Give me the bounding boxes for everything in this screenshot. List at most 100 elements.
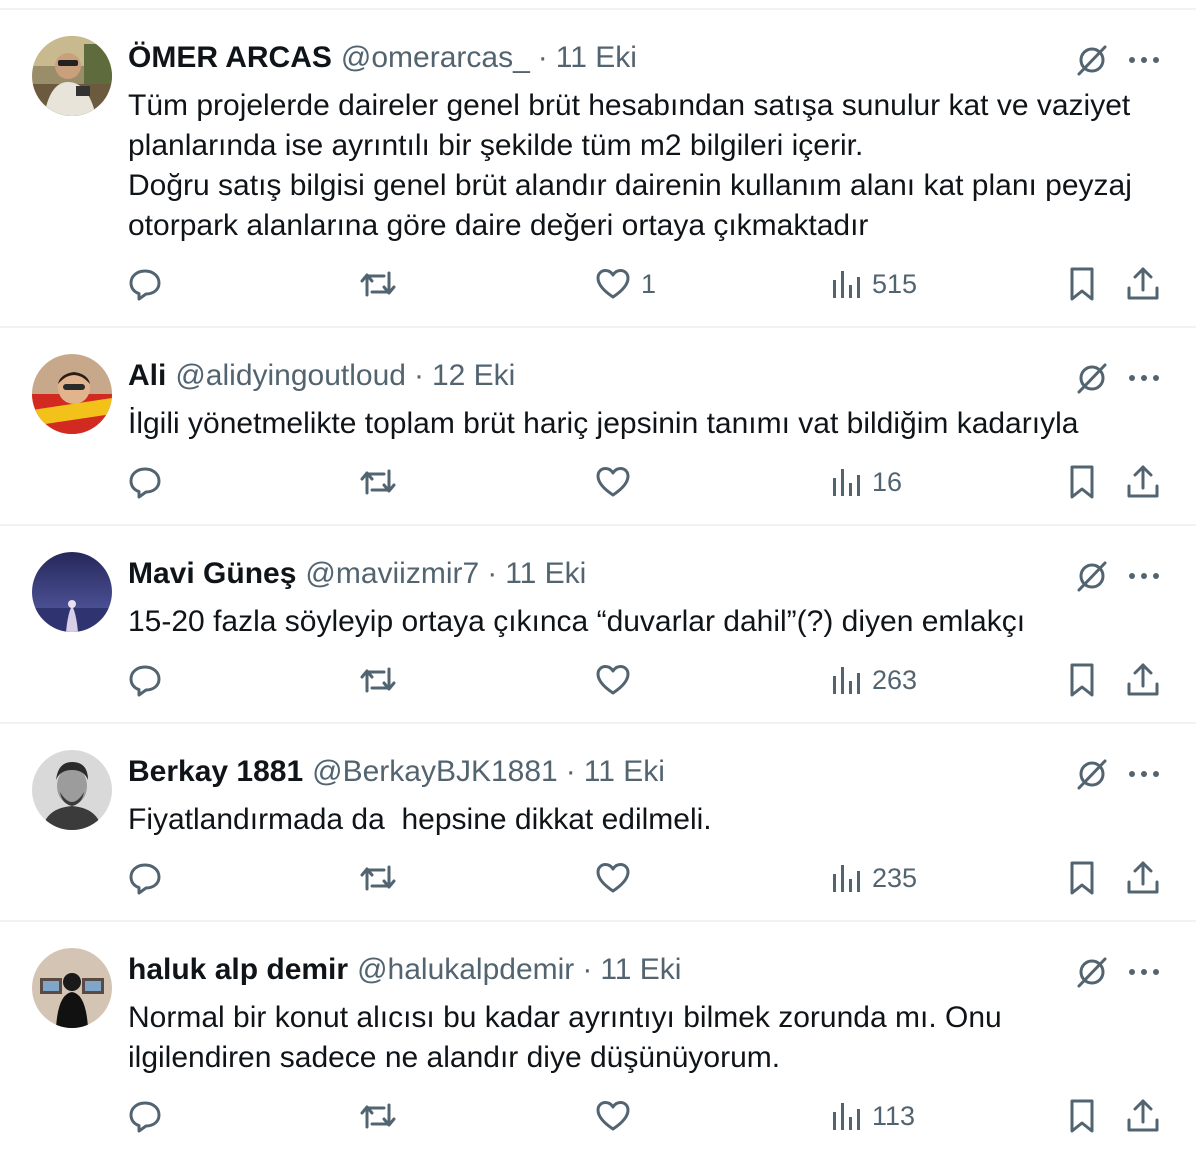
- like-button[interactable]: 1: [595, 264, 656, 304]
- reply-button[interactable]: [126, 462, 164, 502]
- avatar-photo: [32, 354, 112, 434]
- more-icon[interactable]: [1122, 556, 1166, 596]
- retweet-button[interactable]: [358, 1096, 398, 1136]
- like-button[interactable]: [595, 660, 641, 700]
- avatar-photo: [32, 948, 112, 1028]
- more-icon[interactable]: [1122, 952, 1166, 992]
- like-button[interactable]: [595, 858, 641, 898]
- separator: ·: [413, 359, 424, 392]
- views-button[interactable]: 113: [830, 1096, 915, 1136]
- share-button[interactable]: [1124, 660, 1162, 700]
- display-name[interactable]: Mavi Güneş: [128, 557, 296, 591]
- more-icon[interactable]: [1122, 40, 1166, 80]
- grok-icon[interactable]: [1072, 952, 1112, 992]
- timestamp[interactable]: 11 Eki: [505, 557, 586, 591]
- retweet-icon: [360, 865, 396, 891]
- like-button[interactable]: [595, 1096, 641, 1136]
- tweet-header: Ali @alidyingoutloud · 12 Eki: [128, 356, 515, 396]
- tweet-text: 15-20 fazla söyleyip ortaya çıkınca “duv…: [128, 602, 1168, 642]
- bookmark-button[interactable]: [1064, 462, 1100, 502]
- reply-button[interactable]: [126, 264, 164, 304]
- tweet-text-line: 15-20 fazla söyleyip ortaya çıkınca “duv…: [128, 605, 1026, 638]
- timestamp[interactable]: 11 Eki: [584, 755, 665, 789]
- user-handle[interactable]: @maviizmir7: [305, 557, 479, 591]
- tweet-text: Normal bir konut alıcısı bu kadar ayrınt…: [128, 998, 1168, 1078]
- view-count: 515: [872, 268, 918, 299]
- views-button[interactable]: 235: [830, 858, 917, 898]
- avatar-photo: [32, 750, 112, 830]
- view-count: 113: [872, 1100, 916, 1131]
- avatar[interactable]: [32, 552, 112, 632]
- heart-icon: [596, 467, 630, 497]
- bookmark-icon: [1070, 663, 1094, 697]
- avatar[interactable]: [32, 948, 112, 1028]
- tweet-text-line: Normal bir konut alıcısı bu kadar ayrınt…: [128, 1001, 1002, 1034]
- display-name[interactable]: Ali: [128, 359, 166, 393]
- views-icon: [833, 469, 860, 496]
- retweet-button[interactable]: [358, 858, 398, 898]
- retweet-icon: [360, 271, 396, 297]
- tweet-reply[interactable]: Mavi Güneş @maviizmir7 · 11 Eki 15-20 fa…: [0, 526, 1196, 724]
- tweet-text-line: Fiyatlandırmada da hepsine dikkat edilme…: [128, 803, 712, 836]
- views-icon: [833, 667, 860, 694]
- share-button[interactable]: [1124, 858, 1162, 898]
- timestamp[interactable]: 11 Eki: [556, 41, 637, 75]
- share-icon: [1127, 1099, 1159, 1132]
- more-icon[interactable]: [1122, 754, 1166, 794]
- tweet-text-line: Tüm projelerde daireler genel brüt hesab…: [128, 89, 1131, 122]
- views-button[interactable]: 16: [830, 462, 902, 502]
- views-button[interactable]: 263: [830, 660, 917, 700]
- separator: ·: [537, 41, 548, 74]
- tweet-header: Mavi Güneş @maviizmir7 · 11 Eki: [128, 554, 586, 594]
- views-icon: [833, 271, 860, 298]
- retweet-button[interactable]: [358, 264, 398, 304]
- action-bar: 113: [0, 1096, 1196, 1136]
- bookmark-button[interactable]: [1064, 660, 1100, 700]
- bookmark-button[interactable]: [1064, 1096, 1100, 1136]
- bookmark-button[interactable]: [1064, 858, 1100, 898]
- tweet-text-line: ilgilendiren sadece ne alandır diye düşü…: [128, 1041, 781, 1074]
- display-name[interactable]: ÖMER ARCAS: [128, 41, 332, 75]
- views-button[interactable]: 515: [830, 264, 917, 304]
- reply-icon: [129, 665, 161, 697]
- bookmark-button[interactable]: [1064, 264, 1100, 304]
- reply-button[interactable]: [126, 858, 164, 898]
- tweet-reply[interactable]: haluk alp demir @halukalpdemir · 11 Eki …: [0, 922, 1196, 1154]
- display-name[interactable]: Berkay 1881: [128, 755, 303, 789]
- grok-icon[interactable]: [1072, 556, 1112, 596]
- tweet-text: Fiyatlandırmada da hepsine dikkat edilme…: [128, 800, 1168, 840]
- grok-icon[interactable]: [1072, 358, 1112, 398]
- user-handle[interactable]: @BerkayBJK1881: [312, 755, 558, 789]
- user-handle[interactable]: @alidyingoutloud: [175, 359, 406, 393]
- timestamp[interactable]: 12 Eki: [432, 359, 515, 393]
- heart-icon: [596, 1101, 630, 1131]
- share-icon: [1127, 267, 1159, 300]
- tweet-reply[interactable]: Berkay 1881 @BerkayBJK1881 · 11 Eki Fiya…: [0, 724, 1196, 922]
- bookmark-icon: [1070, 267, 1094, 301]
- share-button[interactable]: [1124, 462, 1162, 502]
- user-handle[interactable]: @omerarcas_: [341, 41, 530, 75]
- view-count: 235: [872, 862, 918, 893]
- grok-icon[interactable]: [1072, 754, 1112, 794]
- grok-icon[interactable]: [1072, 40, 1112, 80]
- reply-button[interactable]: [126, 660, 164, 700]
- tweet-text-line: planlarında ise ayrıntılı bir şekilde tü…: [128, 129, 864, 162]
- avatar[interactable]: [32, 354, 112, 434]
- more-icon[interactable]: [1122, 358, 1166, 398]
- tweet-reply[interactable]: ÖMER ARCAS @omerarcas_ · 11 Eki Tüm proj…: [0, 10, 1196, 328]
- reply-button[interactable]: [126, 1096, 164, 1136]
- reply-icon: [129, 467, 161, 499]
- tweet-reply[interactable]: Ali @alidyingoutloud · 12 Eki İlgili yön…: [0, 328, 1196, 526]
- timestamp[interactable]: 11 Eki: [600, 953, 681, 987]
- retweet-button[interactable]: [358, 462, 398, 502]
- display-name[interactable]: haluk alp demir: [128, 953, 348, 987]
- avatar[interactable]: [32, 36, 112, 116]
- reply-feed: ÖMER ARCAS @omerarcas_ · 11 Eki Tüm proj…: [0, 0, 1196, 1154]
- retweet-button[interactable]: [358, 660, 398, 700]
- user-handle[interactable]: @halukalpdemir: [357, 953, 574, 987]
- share-button[interactable]: [1124, 1096, 1162, 1136]
- share-button[interactable]: [1124, 264, 1162, 304]
- view-count: 16: [872, 466, 903, 497]
- like-button[interactable]: [595, 462, 641, 502]
- avatar[interactable]: [32, 750, 112, 830]
